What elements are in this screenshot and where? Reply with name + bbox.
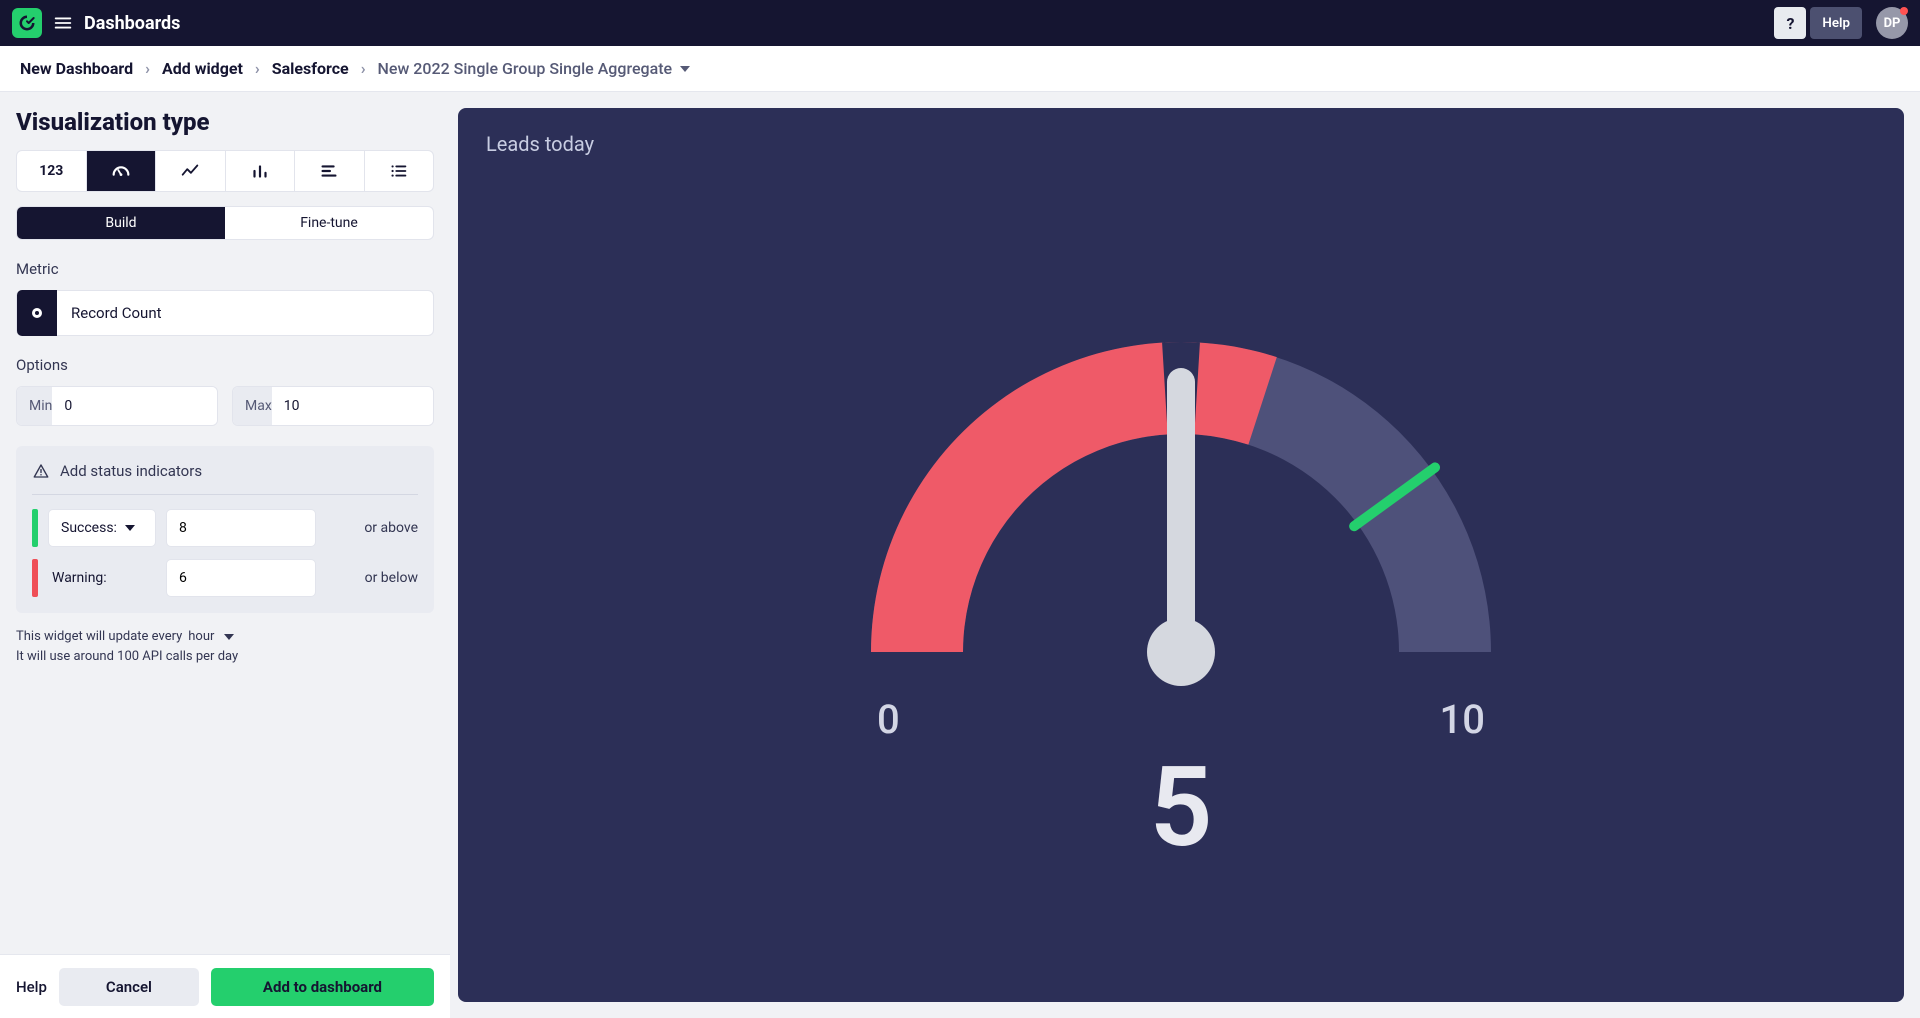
sidebar-actions: Help Cancel Add to dashboard <box>0 954 450 1018</box>
breadcrumb-dropdown[interactable]: New 2022 Single Group Single Aggregate <box>378 59 691 78</box>
warning-indicator-row: Warning: or below <box>32 559 418 597</box>
segment-build[interactable]: Build <box>17 207 225 239</box>
config-sidebar: Visualization type 123 <box>0 92 450 1018</box>
gauge-min-label: 0 <box>877 696 900 743</box>
nav-title: Dashboards <box>84 13 180 34</box>
user-avatar[interactable]: DP <box>1876 7 1908 39</box>
visualization-type-selector: 123 <box>16 150 434 192</box>
hamburger-icon[interactable] <box>52 12 74 34</box>
help-question-button[interactable]: ? <box>1774 7 1806 39</box>
breadcrumb: New Dashboard › Add widget › Salesforce … <box>0 46 1920 92</box>
help-button[interactable]: Help <box>1810 7 1862 39</box>
gauge-range-labels: 0 10 <box>841 696 1521 743</box>
chevron-right-icon: › <box>361 59 366 78</box>
horizontal-bar-icon <box>318 160 340 182</box>
min-label: Min <box>17 387 52 425</box>
update-frequency-note: This widget will update every hour It wi… <box>16 627 434 666</box>
status-indicators-heading: Add status indicators <box>32 462 418 495</box>
viz-type-gauge[interactable] <box>87 151 157 191</box>
gauge-chart: 0 10 5 <box>841 282 1521 863</box>
max-option: Max <box>232 386 434 426</box>
status-heading-text: Add status indicators <box>60 462 202 480</box>
success-indicator-row: Success: or above <box>32 509 418 547</box>
help-link[interactable]: Help <box>16 978 47 996</box>
chevron-right-icon: › <box>255 59 260 78</box>
update-interval-select[interactable]: hour <box>188 627 234 647</box>
viz-type-number[interactable]: 123 <box>17 151 87 191</box>
segment-fine-tune[interactable]: Fine-tune <box>225 207 433 239</box>
success-label-select[interactable]: Success: <box>48 509 156 547</box>
success-suffix: or above <box>364 520 418 536</box>
warning-color-bar <box>32 559 38 597</box>
viz-type-bar[interactable] <box>226 151 296 191</box>
bar-chart-icon <box>249 160 271 182</box>
success-value-input[interactable] <box>166 509 316 547</box>
max-label: Max <box>233 387 272 425</box>
min-option: Min <box>16 386 218 426</box>
metric-icon <box>17 290 57 336</box>
list-icon <box>388 160 410 182</box>
breadcrumb-last-label: New 2022 Single Group Single Aggregate <box>378 59 673 78</box>
metric-selector[interactable]: Record Count <box>16 290 434 336</box>
options-section-label: Options <box>16 356 434 374</box>
chevron-down-icon <box>125 525 135 531</box>
chevron-right-icon: › <box>145 59 150 78</box>
viz-type-list[interactable] <box>365 151 434 191</box>
metric-section-label: Metric <box>16 260 434 278</box>
preview-title: Leads today <box>486 132 1876 156</box>
brand-logo <box>12 8 42 38</box>
warning-label: Warning: <box>48 570 156 586</box>
line-chart-icon <box>179 160 201 182</box>
build-finetune-segment: Build Fine-tune <box>16 206 434 240</box>
warning-triangle-icon <box>32 462 50 480</box>
success-color-bar <box>32 509 38 547</box>
viz-type-hbar[interactable] <box>295 151 365 191</box>
warning-value-input[interactable] <box>166 559 316 597</box>
gauge-icon <box>110 160 132 182</box>
gauge-max-label: 10 <box>1440 696 1485 743</box>
chevron-down-icon <box>680 66 690 72</box>
top-nav: Dashboards ? Help DP <box>0 0 1920 46</box>
main: Visualization type 123 <box>0 92 1920 1018</box>
preview-card: Leads today 0 10 5 <box>458 108 1904 1002</box>
cancel-button[interactable]: Cancel <box>59 968 199 1006</box>
max-input[interactable] <box>272 387 434 425</box>
viz-type-line[interactable] <box>156 151 226 191</box>
metric-value: Record Count <box>57 304 162 322</box>
gauge-value: 5 <box>841 753 1521 863</box>
breadcrumb-item[interactable]: Salesforce <box>272 59 349 78</box>
warning-suffix: or below <box>365 570 418 586</box>
status-indicators-box: Add status indicators Success: or above … <box>16 446 434 613</box>
add-to-dashboard-button[interactable]: Add to dashboard <box>211 968 434 1006</box>
min-input[interactable] <box>52 387 218 425</box>
brand-logo-icon <box>17 13 37 33</box>
breadcrumb-item[interactable]: New Dashboard <box>20 59 133 78</box>
sidebar-heading: Visualization type <box>16 108 434 136</box>
breadcrumb-item[interactable]: Add widget <box>162 59 243 78</box>
gauge-svg <box>841 282 1521 712</box>
options-row: Min Max <box>16 386 434 426</box>
preview-pane: Leads today 0 10 5 <box>450 92 1920 1018</box>
chevron-down-icon <box>224 634 234 640</box>
